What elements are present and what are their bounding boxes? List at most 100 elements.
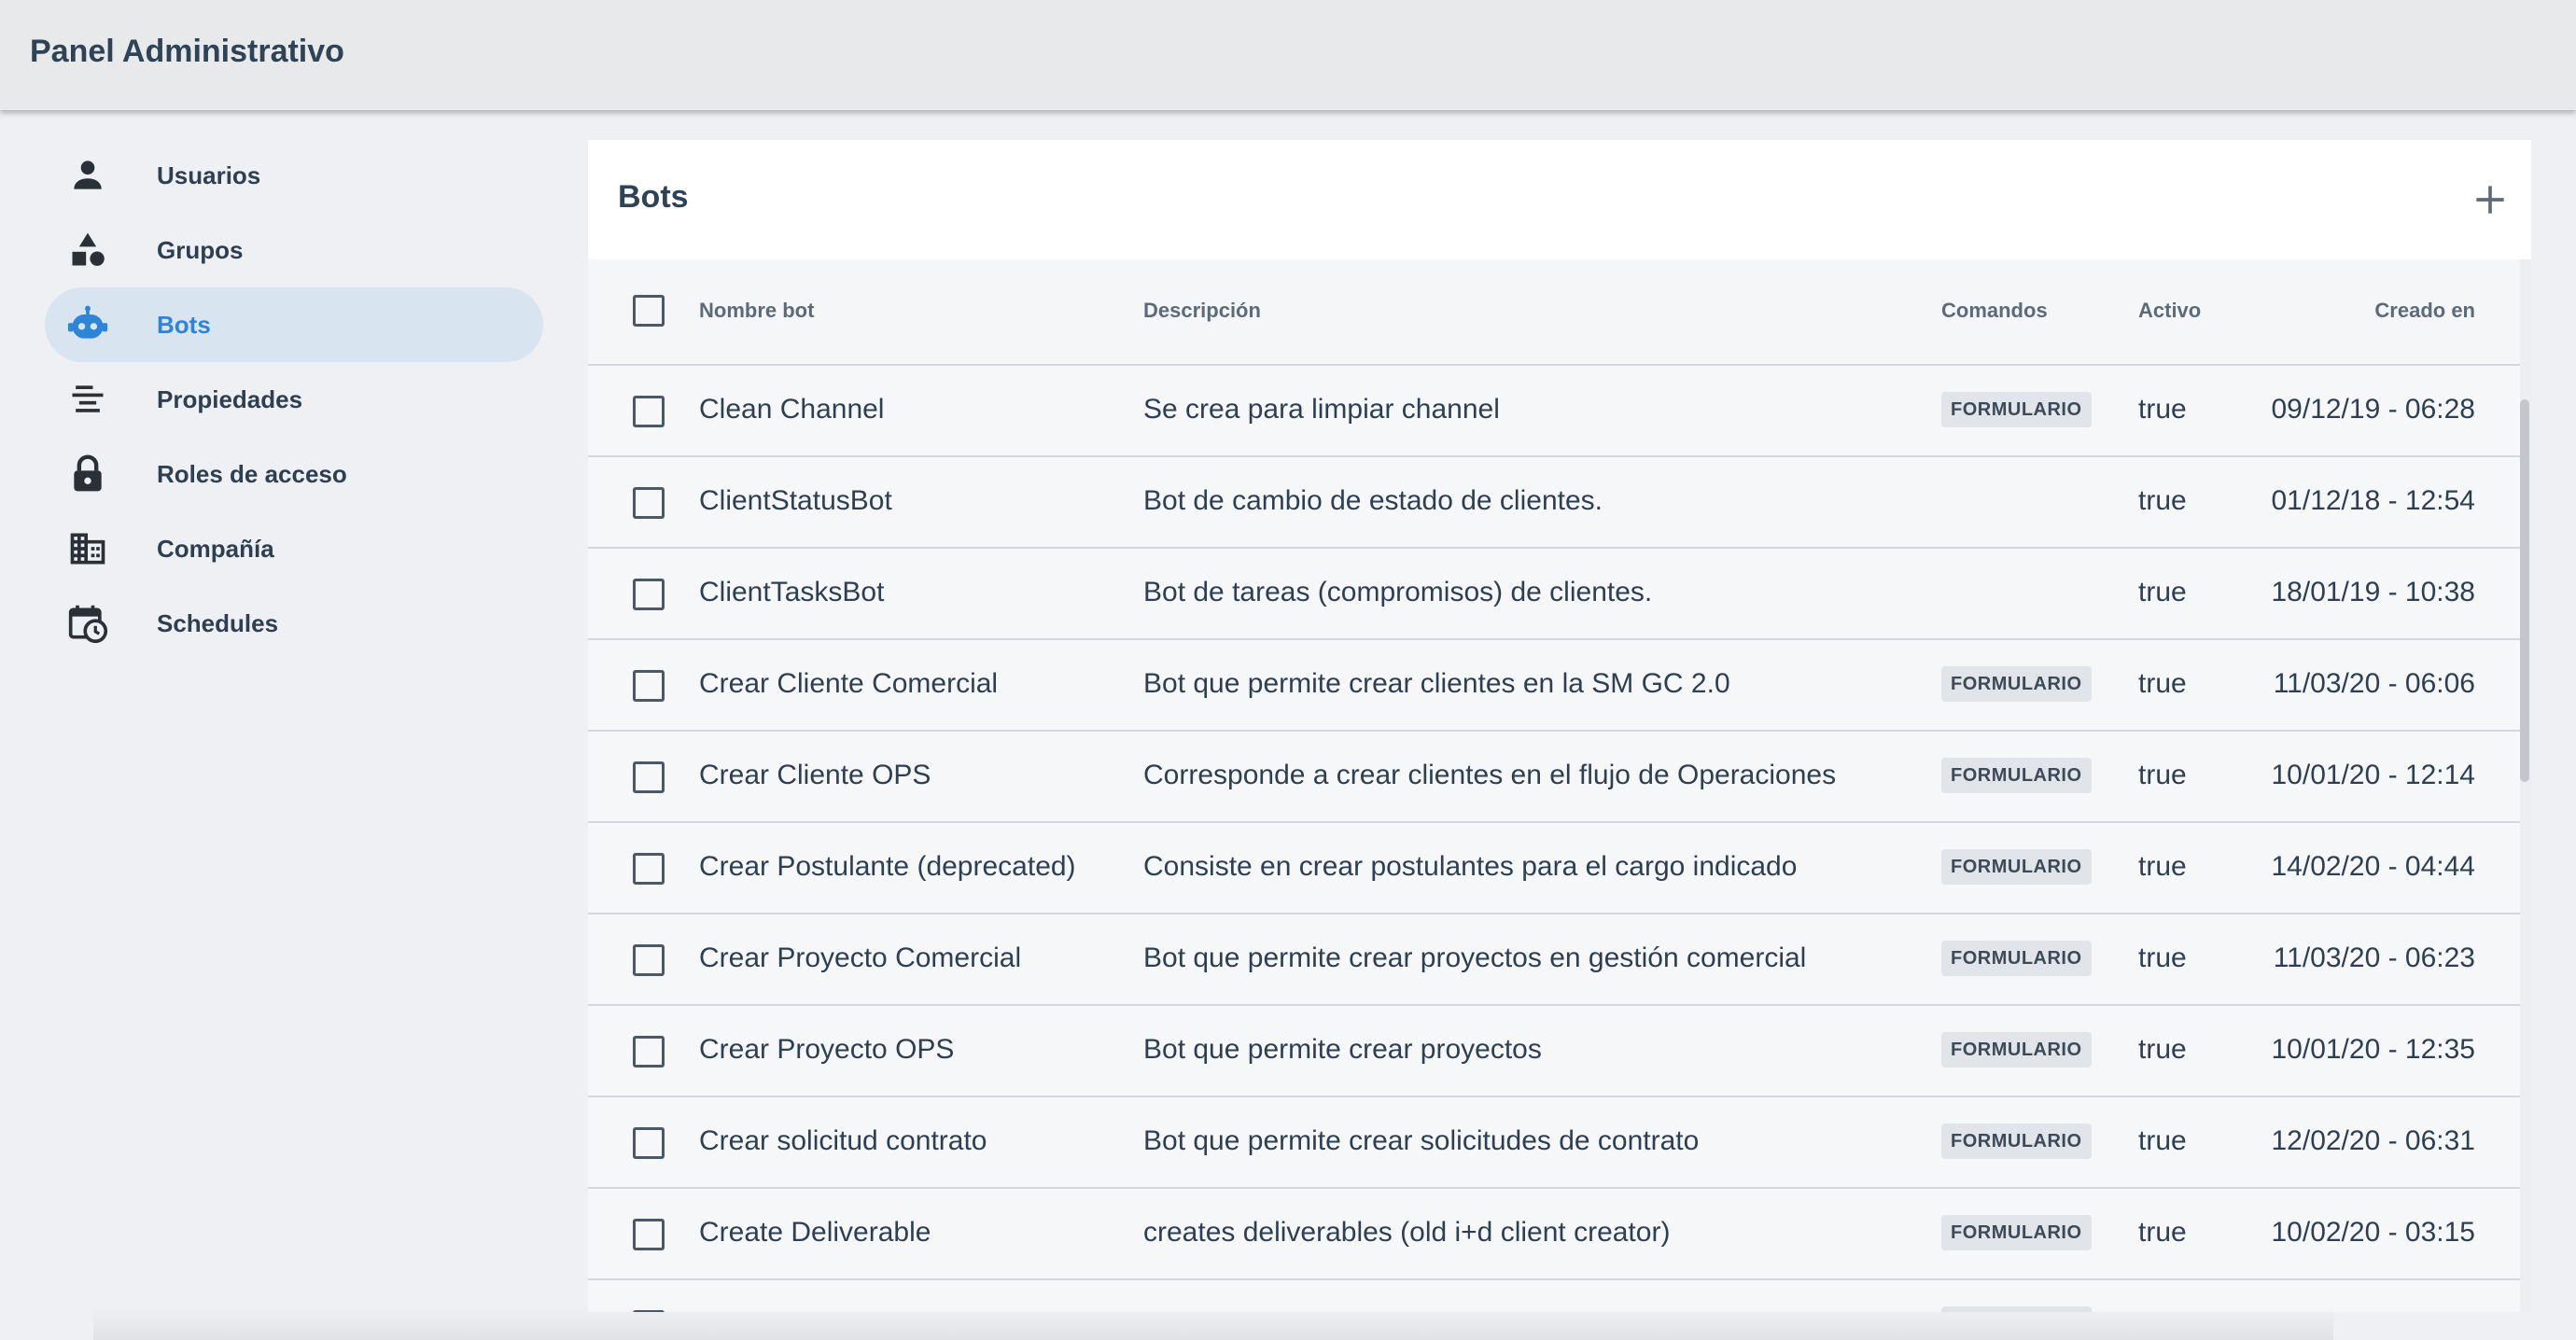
bot-name: Crear Proyecto Comercial: [699, 942, 1022, 973]
bot-description: Bot que permite crear solicitudes de con…: [1143, 1125, 1700, 1156]
plus-icon: [2476, 186, 2504, 214]
panel-title: Bots: [618, 179, 689, 215]
row-checkbox[interactable]: [633, 1036, 665, 1068]
table-row[interactable]: Crear Cliente OPS Corresponde a crear cli…: [588, 732, 2520, 823]
sidebar-item-grupos[interactable]: Grupos: [45, 213, 543, 287]
table-row[interactable]: Crear Postulante (deprecated) Consiste en…: [588, 823, 2520, 914]
row-checkbox[interactable]: [633, 1219, 665, 1250]
sidebar: Usuarios Grupos Bots Propiedades Roles d…: [45, 138, 543, 661]
table-row[interactable]: ClientStatusBot Bot de cambio de estado d…: [588, 457, 2520, 549]
bottom-shadow: [93, 1306, 2333, 1340]
add-bot-button[interactable]: [2470, 179, 2511, 220]
bot-created: 11/03/20 - 06:06: [2273, 668, 2475, 699]
table-row[interactable]: Clean Channel Se crea para limpiar channe…: [588, 366, 2520, 457]
bot-created: 09/12/19 - 06:28: [2271, 394, 2475, 425]
app-title: Panel Administrativo: [30, 34, 344, 69]
table-header: Nombre bot Descripción Comandos Activo C…: [588, 259, 2520, 366]
panel-header: Bots: [588, 140, 2531, 259]
bot-name: Crear Proyecto OPS: [699, 1034, 955, 1065]
bot-created: 18/01/19 - 10:38: [2271, 577, 2475, 607]
bot-active: true: [2138, 1034, 2187, 1065]
bot-name: Crear Postulante (deprecated): [699, 851, 1076, 882]
table-row[interactable]: Crear Proyecto Comercial Bot que permite …: [588, 914, 2520, 1006]
scrollbar-thumb[interactable]: [2520, 399, 2529, 782]
sidebar-item-label: Propiedades: [157, 384, 303, 413]
person-icon: [67, 155, 108, 196]
bot-name: Crear solicitud contrato: [699, 1125, 987, 1156]
row-checkbox[interactable]: [633, 487, 665, 519]
bot-description: Bot que permite crear proyectos: [1143, 1034, 1542, 1065]
column-header-commands[interactable]: Comandos: [1941, 299, 2048, 323]
row-checkbox[interactable]: [633, 761, 665, 793]
column-header-created[interactable]: Creado en: [2374, 299, 2475, 323]
bot-active: true: [2138, 760, 2187, 790]
row-checkbox[interactable]: [633, 944, 665, 976]
bot-description: Bot de cambio de estado de clientes.: [1143, 485, 1603, 516]
sidebar-item-label: Grupos: [157, 235, 244, 264]
command-chip: FORMULARIO: [1941, 1032, 2092, 1068]
table-row[interactable]: Crear Proyecto OPS Bot que permite crear …: [588, 1006, 2520, 1097]
sidebar-item-bots[interactable]: Bots: [45, 287, 543, 362]
bot-description: creates deliverables (old i+d client cre…: [1143, 1217, 1671, 1248]
command-chip: FORMULARIO: [1941, 666, 2092, 702]
sidebar-item-label: Compañía: [157, 534, 274, 563]
sidebar-item-label: Bots: [157, 310, 211, 339]
lock-icon: [67, 454, 108, 495]
command-chip: FORMULARIO: [1941, 392, 2092, 427]
command-chip: FORMULARIO: [1941, 1124, 2092, 1159]
sidebar-item-label: Roles de acceso: [157, 459, 347, 488]
row-checkbox[interactable]: [633, 396, 665, 427]
bot-active: true: [2138, 851, 2187, 882]
column-header-active[interactable]: Activo: [2138, 299, 2201, 323]
align-icon: [67, 379, 108, 420]
robot-icon: [67, 304, 108, 345]
bot-description: Bot que permite crear clientes en la SM …: [1143, 668, 1730, 699]
row-checkbox[interactable]: [633, 670, 665, 702]
bot-description: Consiste en crear postulantes para el ca…: [1143, 851, 1798, 882]
bot-created: 01/12/18 - 12:54: [2271, 485, 2475, 516]
table-row[interactable]: ClientTasksBot Bot de tareas (compromisos…: [588, 549, 2520, 640]
sidebar-item-roles[interactable]: Roles de acceso: [45, 437, 543, 511]
command-chip: FORMULARIO: [1941, 941, 2092, 976]
select-all-checkbox[interactable]: [633, 295, 665, 327]
table-row[interactable]: Crear Cliente Comercial Bot que permite c…: [588, 640, 2520, 732]
table-row[interactable]: Create Deliverable creates deliverables (…: [588, 1189, 2520, 1280]
sidebar-item-label: Schedules: [157, 608, 279, 637]
table-scrollbar[interactable]: [2520, 259, 2531, 1312]
bot-created: 10/01/20 - 12:35: [2271, 1034, 2475, 1065]
bot-created: 10/02/20 - 03:15: [2271, 1217, 2475, 1248]
bots-table: Nombre bot Descripción Comandos Activo C…: [588, 259, 2520, 1312]
bot-created: 14/02/20 - 04:44: [2271, 851, 2475, 882]
command-chip: FORMULARIO: [1941, 849, 2092, 885]
bot-name: Crear Cliente OPS: [699, 760, 931, 790]
app-bar: Panel Administrativo: [0, 0, 2576, 110]
bot-created: 10/01/20 - 12:14: [2271, 760, 2475, 790]
bot-name: ClientStatusBot: [699, 485, 892, 516]
sidebar-item-propiedades[interactable]: Propiedades: [45, 362, 543, 437]
sidebar-item-compania[interactable]: Compañía: [45, 511, 543, 586]
bot-description: Bot de tareas (compromisos) de clientes.: [1143, 577, 1653, 607]
row-checkbox[interactable]: [633, 1127, 665, 1159]
sidebar-item-schedules[interactable]: Schedules: [45, 586, 543, 661]
bot-name: Create Deliverable: [699, 1217, 931, 1248]
shapes-icon: [67, 230, 108, 271]
bot-description: Corresponde a crear clientes en el flujo…: [1143, 760, 1837, 790]
bot-active: true: [2138, 1125, 2187, 1156]
sidebar-item-label: Usuarios: [157, 161, 261, 189]
command-chip: FORMULARIO: [1941, 758, 2092, 793]
building-icon: [67, 528, 108, 569]
row-checkbox[interactable]: [633, 579, 665, 610]
bot-active: true: [2138, 485, 2187, 516]
bot-name: ClientTasksBot: [699, 577, 885, 607]
column-header-name[interactable]: Nombre bot: [699, 299, 814, 323]
command-chip: FORMULARIO: [1941, 1215, 2092, 1250]
row-checkbox[interactable]: [633, 853, 665, 885]
column-header-description[interactable]: Descripción: [1143, 299, 1261, 323]
bot-active: true: [2138, 668, 2187, 699]
bot-active: true: [2138, 394, 2187, 425]
bot-description: Se crea para limpiar channel: [1143, 394, 1500, 425]
bot-active: true: [2138, 942, 2187, 973]
sidebar-item-usuarios[interactable]: Usuarios: [45, 138, 543, 213]
bot-created: 11/03/20 - 06:23: [2273, 942, 2475, 973]
table-row[interactable]: Crear solicitud contrato Bot que permite …: [588, 1097, 2520, 1189]
